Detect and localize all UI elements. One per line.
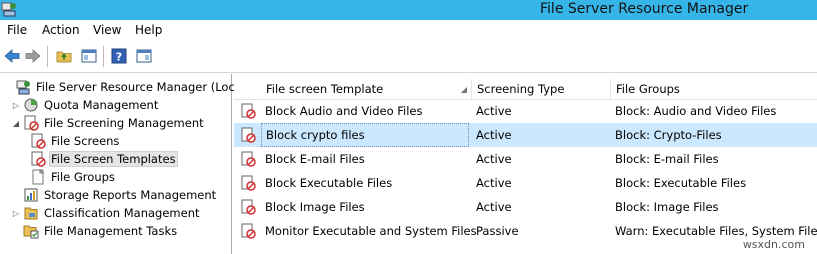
title-bar[interactable]: File Server Resource Manager: [0, 0, 817, 20]
cell-screening-type: Active: [476, 104, 512, 118]
cell-file-groups: Block: Image Files: [615, 200, 719, 214]
tree-item-file-screen-templates[interactable]: File Screen Templates: [30, 150, 178, 168]
fsrm-icon: [15, 79, 31, 95]
cell-template: Block E-mail Files: [265, 152, 365, 166]
file-screen-template-icon: [240, 103, 256, 119]
chevron-right-icon[interactable]: ▷: [10, 101, 22, 110]
menu-help[interactable]: Help: [135, 23, 162, 37]
up-folder-icon[interactable]: [55, 47, 73, 65]
toolbar-separator: [47, 46, 48, 67]
chevron-right-icon[interactable]: ▷: [10, 209, 22, 218]
tree-item-label: File Management Tasks: [44, 224, 178, 238]
cell-file-groups: Block: Audio and Video Files: [615, 104, 777, 118]
column-header-label: File screen Template: [266, 82, 384, 96]
table-row[interactable]: Block crypto files Active Block: Crypto-…: [234, 123, 817, 147]
tree-item-file-screening-management[interactable]: ◢ File Screening Management: [10, 114, 206, 132]
back-arrow-icon[interactable]: [3, 47, 21, 65]
tree-item-storage-reports-management[interactable]: Storage Reports Management: [10, 186, 218, 204]
results-list[interactable]: File screen Template ◢ Screening Type Fi…: [234, 74, 817, 254]
file-screen-template-icon: [240, 223, 256, 239]
console-tree[interactable]: File Server Resource Manager (Local) ▷ Q…: [0, 74, 250, 254]
list-header: File screen Template ◢ Screening Type Fi…: [234, 79, 817, 100]
cell-screening-type: Active: [476, 176, 512, 190]
cell-template: Monitor Executable and System Files: [265, 224, 477, 238]
cell-file-groups: Block: E-mail Files: [615, 152, 719, 166]
file-screening-icon: [23, 115, 39, 131]
tree-item-label: File Groups: [51, 170, 115, 184]
sort-ascending-icon: ◢: [460, 85, 467, 94]
file-screen-template-icon: [240, 151, 256, 167]
tree-item-label: File Screens: [51, 134, 120, 148]
file-screen-template-icon: [30, 151, 46, 167]
cell-template: Block crypto files: [261, 123, 469, 147]
svg-text:?: ?: [116, 51, 122, 64]
cell-file-groups: Block: Crypto-Files: [615, 128, 722, 142]
toolbar-separator: [103, 46, 104, 67]
fsrm-app-icon[interactable]: [1, 2, 17, 17]
tree-item-label: File Screen Templates: [49, 151, 178, 167]
table-row[interactable]: Block Image Files Active Block: Image Fi…: [234, 195, 817, 219]
cell-template: Block Audio and Video Files: [265, 104, 423, 118]
file-screen-icon: [30, 133, 46, 149]
cell-template: Block Image Files: [265, 200, 365, 214]
menu-file[interactable]: File: [7, 23, 27, 37]
cell-screening-type: Active: [476, 152, 512, 166]
window-title: File Server Resource Manager: [540, 1, 749, 17]
cell-screening-type: Active: [476, 200, 512, 214]
toolbar: ?: [0, 40, 817, 73]
tree-item-quota-management[interactable]: ▷ Quota Management: [10, 96, 160, 114]
table-row[interactable]: Block E-mail Files Active Block: E-mail …: [234, 147, 817, 171]
menu-view[interactable]: View: [93, 23, 121, 37]
column-header-label: File Groups: [616, 82, 680, 96]
file-management-tasks-icon: [23, 223, 39, 239]
action-pane-icon[interactable]: [135, 47, 153, 65]
column-header-file-groups[interactable]: File Groups: [611, 79, 817, 100]
help-icon[interactable]: ?: [110, 47, 128, 65]
storage-reports-icon: [23, 187, 39, 203]
file-group-icon: [30, 169, 46, 185]
tree-item-classification-management[interactable]: ▷ Classification Management: [10, 204, 202, 222]
tree-item-label: Storage Reports Management: [44, 188, 217, 202]
table-row[interactable]: Block Audio and Video Files Active Block…: [234, 99, 817, 123]
table-row[interactable]: Block Executable Files Active Block: Exe…: [234, 171, 817, 195]
cell-file-groups: Block: Executable Files: [615, 176, 747, 190]
show-hide-console-tree-icon[interactable]: [80, 47, 98, 65]
quota-icon: [23, 97, 39, 113]
menu-action[interactable]: Action: [42, 23, 80, 37]
tree-item-file-groups[interactable]: File Groups: [30, 168, 117, 186]
cell-template: Block Executable Files: [265, 176, 393, 190]
column-header-label: Screening Type: [477, 82, 565, 96]
tree-item-fsrm-local[interactable]: File Server Resource Manager (Local): [2, 78, 252, 96]
watermark: wsxdn.com: [742, 238, 805, 251]
classification-icon: [23, 205, 39, 221]
tree-item-file-management-tasks[interactable]: File Management Tasks: [10, 222, 179, 240]
column-header-screening-type[interactable]: Screening Type: [472, 79, 611, 100]
chevron-down-icon[interactable]: ◢: [10, 119, 22, 128]
file-screen-template-icon: [240, 127, 256, 143]
forward-arrow-icon[interactable]: [24, 47, 42, 65]
cell-screening-type: Passive: [476, 224, 519, 238]
column-header-template[interactable]: File screen Template ◢: [261, 79, 472, 100]
tree-item-label: File Screening Management: [44, 116, 204, 130]
tree-item-label: Quota Management: [44, 98, 159, 112]
file-screen-template-icon: [240, 175, 256, 191]
tree-item-file-screens[interactable]: File Screens: [30, 132, 121, 150]
tree-item-label: File Server Resource Manager (Local): [36, 80, 250, 94]
table-row[interactable]: Monitor Executable and System Files Pass…: [234, 219, 817, 243]
file-screen-template-icon: [240, 199, 256, 215]
cell-screening-type: Active: [476, 128, 512, 142]
menu-bar: File Action View Help: [0, 20, 817, 40]
tree-item-label: Classification Management: [44, 206, 200, 220]
